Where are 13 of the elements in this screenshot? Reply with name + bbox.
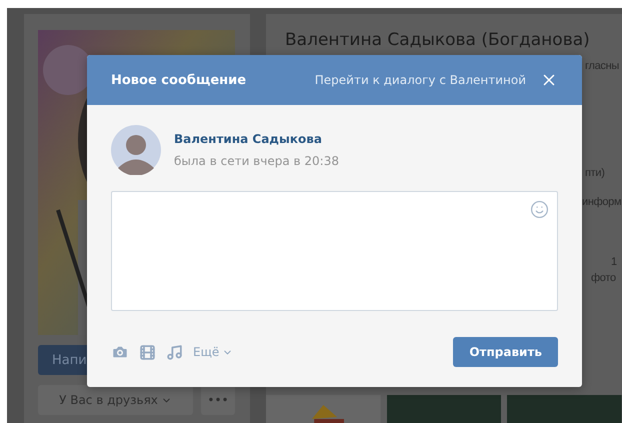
dialog-link[interactable]: Перейти к диалогу с Валентиной	[314, 73, 526, 87]
smile-icon[interactable]	[530, 200, 549, 219]
contact-status: была в сети вчера в 20:38	[174, 154, 339, 168]
film-icon[interactable]	[139, 344, 156, 360]
more-menu[interactable]: Ещё	[193, 345, 234, 359]
profile-name: Валентина Садыкова (Богданова)	[284, 29, 591, 50]
more-button[interactable]: •••	[201, 385, 235, 415]
send-button[interactable]: Отправить	[453, 337, 558, 367]
avatar	[111, 125, 161, 175]
message-field[interactable]	[111, 191, 558, 311]
contact-name[interactable]: Валентина Садыкова	[174, 132, 339, 146]
dialog-title: Новое сообщение	[111, 72, 248, 88]
music-icon[interactable]	[166, 344, 183, 360]
